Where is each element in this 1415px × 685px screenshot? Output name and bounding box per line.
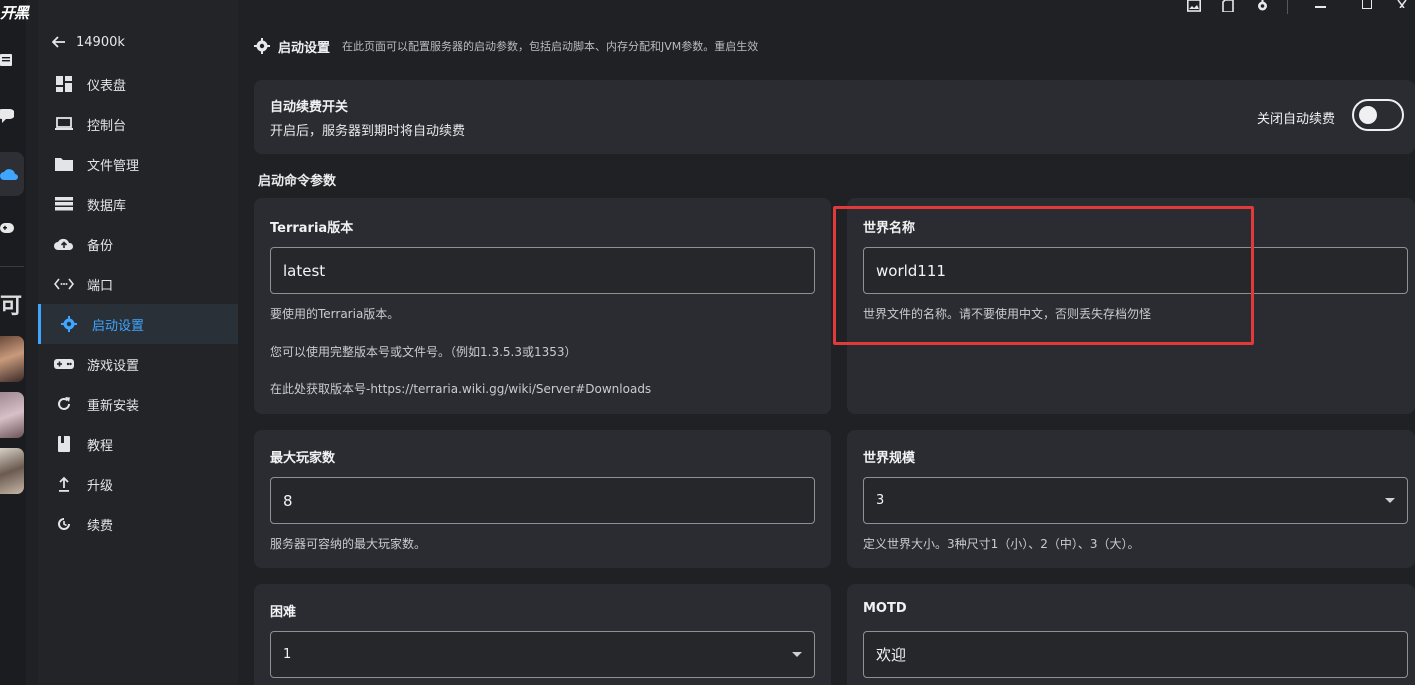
sidebar-item-renew[interactable]: 续费 bbox=[38, 504, 238, 544]
max-players-input[interactable]: 8 bbox=[270, 477, 815, 524]
app-logo: 开黑 bbox=[0, 4, 29, 22]
chevron-down-icon bbox=[792, 652, 802, 657]
gamepad-icon bbox=[54, 354, 74, 374]
maximize-icon[interactable] bbox=[1345, 0, 1389, 14]
autorenew-toggle[interactable] bbox=[1352, 99, 1404, 131]
rail-label: 可 bbox=[0, 294, 23, 319]
page-description: 在此页面可以配置服务器的启动参数，包括启动脚本、内存分配和JVM参数。重启生效 bbox=[342, 40, 759, 53]
sidebar-item-startup[interactable]: 启动设置 bbox=[38, 304, 238, 344]
folder-icon bbox=[54, 154, 74, 174]
world-size-value: 3 bbox=[876, 493, 885, 508]
sidebar-item-label: 重新安装 bbox=[87, 398, 140, 414]
difficulty-card: 困难 1 bbox=[254, 584, 831, 685]
sidebar-item-port[interactable]: 端口 bbox=[38, 264, 238, 304]
page-title: 启动设置 bbox=[278, 40, 331, 56]
avatar[interactable] bbox=[0, 448, 24, 494]
sidebar-item-label: 游戏设置 bbox=[87, 358, 140, 374]
sidebar-item-label: 备份 bbox=[87, 238, 114, 254]
renew-icon bbox=[54, 514, 74, 534]
arrow-left-icon bbox=[52, 36, 65, 48]
terraria-version-help-link[interactable]: 在此处获取版本号-https://terraria.wiki.gg/wiki/S… bbox=[270, 380, 651, 397]
book-icon bbox=[54, 434, 74, 454]
autorenew-card: 自动续费开关 开启后，服务器到期时将自动续费 关闭自动续费 bbox=[254, 80, 1415, 154]
section-title: 启动命令参数 bbox=[258, 174, 337, 189]
sidebar: 14900k 仪表盘 控制台 文件管理 数据库 备份 端口 启动设置 游戏设置 … bbox=[38, 0, 238, 685]
minimize-icon[interactable] bbox=[1295, 0, 1345, 14]
autorenew-title: 自动续费开关 bbox=[270, 100, 349, 115]
rail-divider bbox=[0, 266, 24, 267]
motd-input[interactable]: 欢迎 bbox=[863, 631, 1408, 678]
laptop-icon bbox=[54, 114, 74, 134]
sidebar-item-label: 文件管理 bbox=[87, 158, 140, 174]
sidebar-item-game-settings[interactable]: 游戏设置 bbox=[38, 344, 238, 384]
max-players-card: 最大玩家数 8 服务器可容纳的最大玩家数。 bbox=[254, 430, 831, 568]
difficulty-value: 1 bbox=[283, 647, 292, 662]
sidebar-item-label: 控制台 bbox=[87, 118, 127, 134]
world-size-help: 定义世界大小。3种尺寸1（小）、2（中）、3（大）。 bbox=[863, 537, 1140, 551]
sidebar-item-label: 数据库 bbox=[87, 198, 127, 214]
cloud-upload-icon bbox=[54, 234, 74, 254]
sidebar-item-console[interactable]: 控制台 bbox=[38, 104, 238, 144]
settings-icon[interactable] bbox=[1245, 0, 1279, 14]
sidebar-item-backup[interactable]: 备份 bbox=[38, 224, 238, 264]
sidebar-item-database[interactable]: 数据库 bbox=[38, 184, 238, 224]
terraria-version-help: 要使用的Terraria版本。 bbox=[270, 307, 400, 321]
sidebar-item-tutorial[interactable]: 教程 bbox=[38, 424, 238, 464]
sidebar-item-label: 续费 bbox=[87, 518, 114, 534]
window-toolbar bbox=[1177, 0, 1415, 14]
difficulty-title: 困难 bbox=[270, 605, 297, 620]
sidebar-item-upgrade[interactable]: 升级 bbox=[38, 464, 238, 504]
sidebar-item-label: 启动设置 bbox=[92, 318, 145, 334]
cloud-icon[interactable] bbox=[0, 152, 24, 196]
terraria-version-input[interactable]: latest bbox=[270, 247, 815, 294]
world-size-title: 世界规模 bbox=[863, 451, 916, 466]
motd-card: MOTD 欢迎 bbox=[847, 584, 1415, 685]
world-size-card: 世界规模 3 定义世界大小。3种尺寸1（小）、2（中）、3（大）。 bbox=[847, 430, 1415, 568]
autorenew-toggle-label: 关闭自动续费 bbox=[1257, 112, 1336, 127]
page-header: 启动设置 在此页面可以配置服务器的启动参数，包括启动脚本、内存分配和JVM参数。… bbox=[254, 36, 758, 56]
terraria-version-title: Terraria版本 bbox=[270, 221, 354, 236]
world-size-select[interactable]: 3 bbox=[863, 477, 1408, 524]
sidebar-item-files[interactable]: 文件管理 bbox=[38, 144, 238, 184]
autorenew-subtitle: 开启后，服务器到期时将自动续费 bbox=[270, 124, 466, 139]
avatar[interactable] bbox=[0, 392, 24, 438]
toolbar-divider bbox=[1279, 0, 1295, 14]
gamepad-icon[interactable] bbox=[0, 216, 24, 240]
sidebar-item-reinstall[interactable]: 重新安装 bbox=[38, 384, 238, 424]
gear-icon bbox=[254, 38, 270, 54]
terraria-version-card: Terraria版本 latest 要使用的Terraria版本。 您可以使用完… bbox=[254, 198, 831, 414]
max-players-title: 最大玩家数 bbox=[270, 451, 336, 466]
close-icon[interactable] bbox=[1389, 0, 1415, 14]
sidebar-item-label: 教程 bbox=[87, 438, 114, 454]
list-icon[interactable] bbox=[0, 48, 24, 72]
gear-icon bbox=[59, 314, 79, 334]
refresh-icon bbox=[54, 394, 74, 414]
difficulty-select[interactable]: 1 bbox=[270, 631, 815, 678]
motd-title: MOTD bbox=[863, 601, 907, 616]
back-button[interactable]: 14900k bbox=[52, 32, 125, 52]
upload-icon bbox=[54, 474, 74, 494]
sidebar-item-label: 端口 bbox=[87, 278, 114, 294]
port-icon bbox=[54, 274, 74, 294]
sd-card-icon[interactable] bbox=[1211, 0, 1245, 14]
avatar[interactable] bbox=[0, 336, 24, 382]
sidebar-item-dashboard[interactable]: 仪表盘 bbox=[38, 64, 238, 104]
max-players-help: 服务器可容纳的最大玩家数。 bbox=[270, 537, 427, 551]
chevron-down-icon bbox=[1385, 498, 1395, 503]
database-icon bbox=[54, 194, 74, 214]
server-name: 14900k bbox=[76, 34, 125, 50]
chat-icon[interactable] bbox=[0, 104, 24, 128]
image-icon[interactable] bbox=[1177, 0, 1211, 14]
highlight-box bbox=[833, 206, 1254, 345]
sidebar-item-label: 仪表盘 bbox=[87, 78, 127, 94]
dashboard-icon bbox=[54, 74, 74, 94]
terraria-version-help: 您可以使用完整版本号或文件号。（例如1.3.5.3或1353） bbox=[270, 345, 577, 359]
app-rail: 开黑 可 bbox=[0, 0, 29, 685]
toggle-knob bbox=[1359, 106, 1377, 124]
sidebar-item-label: 升级 bbox=[87, 478, 114, 494]
